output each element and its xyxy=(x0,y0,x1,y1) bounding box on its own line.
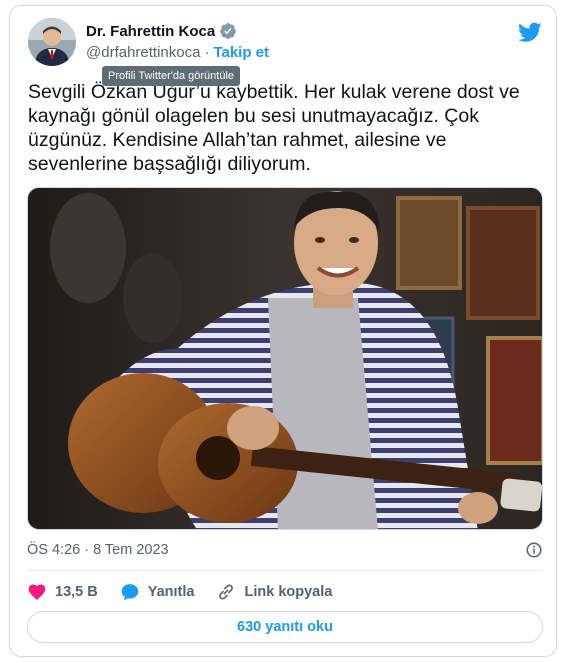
heart-icon xyxy=(28,584,46,600)
tweet-photo[interactable] xyxy=(27,187,543,530)
reply-bubble-icon xyxy=(121,584,139,601)
reply-label: Yanıtla xyxy=(147,584,195,600)
twitter-bird-icon[interactable] xyxy=(518,20,542,44)
reply-button[interactable]: Yanıtla xyxy=(120,582,195,602)
avatar[interactable] xyxy=(28,18,76,66)
copy-link-label: Link kopyala xyxy=(244,584,333,600)
tweet-text: Sevgili Özkan Uğur’u kaybettik. Her kula… xyxy=(28,81,520,175)
link-icon xyxy=(219,584,234,600)
tweet-timestamp[interactable]: ÖS 4:26 · 8 Tem 2023 xyxy=(27,542,169,558)
info-icon[interactable] xyxy=(525,541,543,559)
copy-link-button[interactable]: Link kopyala xyxy=(216,582,332,602)
author-name-row[interactable]: Dr. Fahrettin Koca xyxy=(86,22,237,40)
separator-dot: · xyxy=(204,44,210,61)
like-button[interactable]: 13,5 B xyxy=(27,582,98,602)
handle-row: @drfahrettinkoca · Takip et xyxy=(86,44,269,61)
action-bar: 13,5 B Yanıtla Link kopyala xyxy=(27,578,332,606)
verified-badge-icon xyxy=(220,23,237,39)
author-name[interactable]: Dr. Fahrettin Koca xyxy=(86,23,215,40)
follow-button[interactable]: Takip et xyxy=(213,44,269,61)
profile-tooltip: Profili Twitter'da görüntüle xyxy=(102,66,241,86)
divider xyxy=(27,570,543,571)
tweet-card: Dr. Fahrettin Koca @drfahrettinkoca · Ta… xyxy=(9,5,557,657)
read-replies-button[interactable]: 630 yanıtı oku xyxy=(27,611,543,643)
meta-row: ÖS 4:26 · 8 Tem 2023 xyxy=(27,540,543,560)
author-handle[interactable]: @drfahrettinkoca xyxy=(86,44,200,61)
like-count: 13,5 B xyxy=(55,584,98,600)
